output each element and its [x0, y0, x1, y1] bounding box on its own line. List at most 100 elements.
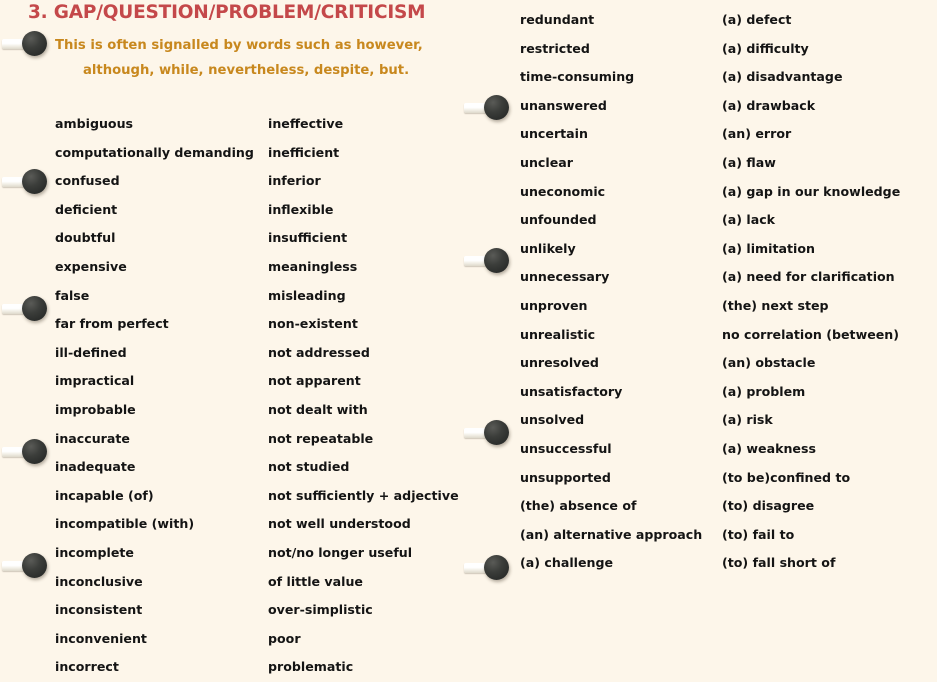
word-item: not dealt with — [268, 401, 368, 417]
word-item: (a) lack — [722, 212, 776, 228]
word-item: uncertain — [520, 126, 588, 142]
word-item: problematic — [268, 659, 354, 675]
pushpin-icon — [2, 551, 48, 581]
pushpin-icon — [464, 553, 510, 583]
word-column-4: (a) defect (a) difficulty (a) disadvantage… — [722, 6, 937, 578]
word-item: unclear — [520, 154, 573, 170]
phrasebank-page: 3. GAP/QUESTION/PROBLEM/CRITICISM This i… — [0, 0, 937, 674]
pushpin-shaft — [464, 256, 496, 266]
word-item: misleading — [268, 287, 346, 303]
word-item: (a) need for clarification — [722, 269, 895, 285]
word-item: (to) fall short of — [722, 555, 836, 571]
word-item: inconvenient — [55, 630, 147, 646]
word-item: meaningless — [268, 258, 358, 274]
word-item: insufficient — [268, 230, 348, 246]
word-item: incompatible (with) — [55, 516, 195, 532]
word-item: impractical — [55, 373, 135, 389]
word-item: (to) fail to — [722, 526, 795, 542]
word-item: (a) problem — [722, 383, 806, 399]
word-item: poor — [268, 630, 301, 646]
word-column-3: redundant restricted time-consuming unanswe… — [520, 6, 725, 578]
word-item: inferior — [268, 173, 321, 189]
word-item: unsupported — [520, 469, 611, 485]
word-item: far from perfect — [55, 316, 169, 332]
word-item: ineffective — [268, 116, 344, 131]
word-item: incomplete — [55, 544, 134, 560]
word-item: not repeatable — [268, 430, 374, 446]
word-item: doubtful — [55, 230, 116, 246]
word-item: unsatisfactory — [520, 383, 623, 399]
pushpin-head — [22, 296, 47, 321]
word-item: (a) difficulty — [722, 40, 809, 56]
word-item: (a) challenge — [520, 555, 614, 571]
word-item: unrealistic — [520, 326, 596, 342]
word-item: (a) flaw — [722, 154, 776, 170]
pushpin-head — [22, 553, 47, 578]
word-item: (an) obstacle — [722, 355, 816, 371]
word-item: (to) disagree — [722, 498, 815, 514]
pushpin-head — [484, 555, 509, 580]
subtitle: This is often signalled by words such as… — [55, 33, 455, 83]
pushpin-head — [484, 420, 509, 445]
word-column-1: ambiguous computationally demanding confus… — [55, 110, 265, 682]
word-item: ill-defined — [55, 344, 127, 360]
pushpin-head — [22, 439, 47, 464]
subtitle-line-2: although, while, nevertheless, despite, … — [83, 63, 410, 78]
word-item: unfounded — [520, 212, 597, 228]
word-item: (a) gap in our knowledge — [722, 183, 901, 199]
pushpin-head — [22, 169, 47, 194]
pushpin-head — [484, 95, 509, 120]
word-item: unanswered — [520, 97, 607, 113]
word-item: no correlation (between) — [722, 326, 900, 342]
pushpin-icon — [2, 437, 48, 467]
word-item: not sufficiently + adjective — [268, 487, 459, 503]
word-item: (a) risk — [722, 412, 773, 428]
word-item: (the) absence of — [520, 498, 637, 514]
word-item: not apparent — [268, 373, 361, 389]
pushpin-shaft — [2, 561, 34, 571]
pushpin-icon — [2, 294, 48, 324]
word-item: inconclusive — [55, 573, 143, 589]
pushpin-icon — [464, 246, 510, 276]
word-item: unresolved — [520, 355, 599, 371]
word-item: ambiguous — [55, 116, 134, 131]
word-item: (to be)confined to — [722, 469, 851, 485]
word-item: confused — [55, 173, 120, 189]
pushpin-shaft — [2, 447, 34, 457]
word-item: uneconomic — [520, 183, 606, 199]
heading-block: 3. GAP/QUESTION/PROBLEM/CRITICISM This i… — [0, 0, 470, 100]
word-item: unnecessary — [520, 269, 610, 285]
word-item: inefficient — [268, 144, 340, 160]
word-item: inflexible — [268, 201, 334, 217]
pushpin-shaft — [464, 563, 496, 573]
page-title: 3. GAP/QUESTION/PROBLEM/CRITICISM — [28, 2, 426, 23]
pushpin-icon — [2, 167, 48, 197]
subtitle-line-1: This is often signalled by words such as… — [55, 38, 423, 53]
word-item: (a) drawback — [722, 97, 816, 113]
word-item: (an) error — [722, 126, 792, 142]
word-item: unlikely — [520, 240, 576, 256]
word-item: inaccurate — [55, 430, 130, 446]
word-item: incapable (of) — [55, 487, 154, 503]
word-item: not/no longer useful — [268, 544, 413, 560]
word-item: (a) limitation — [722, 240, 815, 256]
word-item: time-consuming — [520, 69, 635, 85]
word-column-2: ineffective inefficient inferior inflexible… — [268, 110, 468, 682]
word-item: improbable — [55, 401, 136, 417]
word-item: deficient — [55, 201, 118, 217]
pushpin-head — [484, 248, 509, 273]
word-item: unsuccessful — [520, 440, 612, 456]
word-item: not addressed — [268, 344, 370, 360]
word-item: false — [55, 287, 90, 303]
word-item: not studied — [268, 459, 350, 475]
pushpin-shaft — [2, 304, 34, 314]
word-item: (a) weakness — [722, 440, 816, 456]
word-item: restricted — [520, 40, 590, 56]
word-item: inconsistent — [55, 602, 143, 618]
word-item: (a) defect — [722, 12, 792, 27]
word-item: redundant — [520, 12, 595, 27]
word-item: (a) disadvantage — [722, 69, 843, 85]
word-item: computationally demanding — [55, 144, 254, 160]
word-item: not well understood — [268, 516, 411, 532]
word-item: unproven — [520, 297, 588, 313]
